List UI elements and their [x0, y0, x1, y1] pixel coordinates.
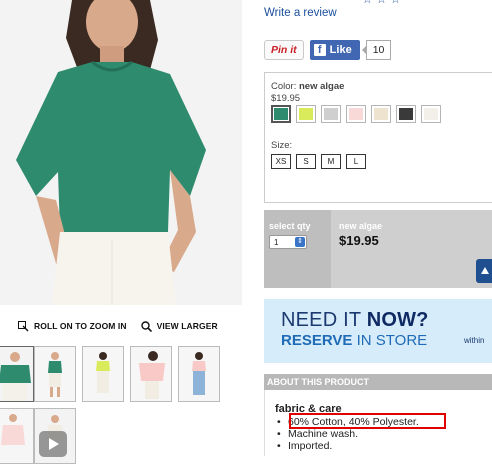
size-selector: XS S M L	[271, 154, 366, 169]
size-option[interactable]: XS	[271, 154, 291, 169]
swatch-color	[324, 108, 338, 120]
color-swatch[interactable]	[321, 105, 341, 123]
banner-within: within	[464, 336, 485, 345]
thumbnail-3[interactable]	[82, 346, 124, 402]
swatch-color	[349, 108, 363, 120]
quantity-column: select qty 1 ⇕	[264, 210, 331, 288]
option-price: $19.95	[271, 93, 301, 104]
facebook-icon: f	[313, 44, 326, 56]
thumbnail-5[interactable]	[178, 346, 220, 402]
size-label: Size:	[271, 140, 293, 151]
thumbnail-2[interactable]	[34, 346, 76, 402]
banner-now: NOW?	[366, 309, 429, 331]
quantity-select[interactable]: 1 ⇕	[269, 235, 307, 249]
size-option[interactable]: L	[346, 154, 366, 169]
color-swatch[interactable]	[346, 105, 366, 123]
color-swatch[interactable]	[271, 105, 291, 123]
like-label: Like	[329, 44, 352, 56]
view-larger-action[interactable]: VIEW LARGER	[140, 320, 218, 332]
qty-value: 1	[274, 237, 279, 247]
qty-label: select qty	[269, 221, 311, 231]
about-product-header: ABOUT THIS PRODUCT	[264, 374, 492, 390]
swatch-color	[299, 108, 313, 120]
color-swatch[interactable]	[396, 105, 416, 123]
banner-subline: RESERVE IN STORE	[281, 332, 427, 349]
color-swatches	[271, 105, 441, 123]
pinterest-button[interactable]: Pin it	[264, 40, 304, 60]
color-swatch[interactable]	[371, 105, 391, 123]
care-item: Machine wash.	[277, 428, 419, 440]
banner-reserve: RESERVE	[281, 332, 353, 349]
swatch-color	[399, 108, 413, 120]
magnifier-icon	[140, 320, 152, 332]
swatch-color	[274, 108, 288, 120]
zoom-cursor-icon	[18, 320, 29, 331]
facebook-like-button[interactable]: f Like	[309, 40, 360, 60]
product-options: Color: new algae $19.95 Size: XS S M L	[264, 72, 492, 203]
color-label: Color:	[271, 81, 297, 92]
add-to-bag-panel: select qty 1 ⇕ new algae $19.95	[264, 210, 492, 288]
select-arrows-icon: ⇕	[295, 237, 305, 247]
color-name: new algae	[298, 81, 345, 92]
size-option[interactable]: M	[321, 154, 341, 169]
highlight-box	[289, 413, 446, 429]
add-to-bag-button[interactable]	[476, 259, 492, 283]
social-buttons: Pin it f Like 10	[264, 40, 392, 60]
size-option[interactable]: S	[296, 154, 316, 169]
reserve-in-store-banner[interactable]: NEED IT NOW? RESERVE IN STORE within	[264, 299, 492, 363]
banner-in-store: IN STORE	[356, 332, 428, 349]
product-hero-image[interactable]	[0, 0, 242, 305]
care-item: Imported.	[277, 440, 419, 452]
zoom-controls: ROLL ON TO ZOOM IN VIEW LARGER	[18, 318, 218, 334]
banner-headline: NEED IT NOW?	[281, 309, 429, 332]
selected-color: new algae	[339, 221, 383, 231]
thumbnail-1[interactable]	[0, 346, 34, 402]
roll-to-zoom-label: ROLL ON TO ZOOM IN	[34, 321, 127, 331]
selected-price: $19.95	[339, 233, 379, 248]
color-line: Color: new algae	[271, 81, 344, 92]
color-swatch[interactable]	[421, 105, 441, 123]
view-larger-label: VIEW LARGER	[156, 321, 218, 331]
swatch-color	[374, 108, 388, 120]
swatch-color	[424, 108, 438, 120]
like-count: 10	[361, 40, 392, 60]
roll-to-zoom-action[interactable]: ROLL ON TO ZOOM IN	[18, 320, 127, 332]
thumbnail-4[interactable]	[130, 346, 172, 402]
color-swatch[interactable]	[296, 105, 316, 123]
write-review-link[interactable]: Write a review	[264, 7, 337, 19]
banner-need-it: NEED IT	[281, 309, 361, 331]
rating-stars-partial: ☆ ☆ ☆	[362, 0, 442, 6]
